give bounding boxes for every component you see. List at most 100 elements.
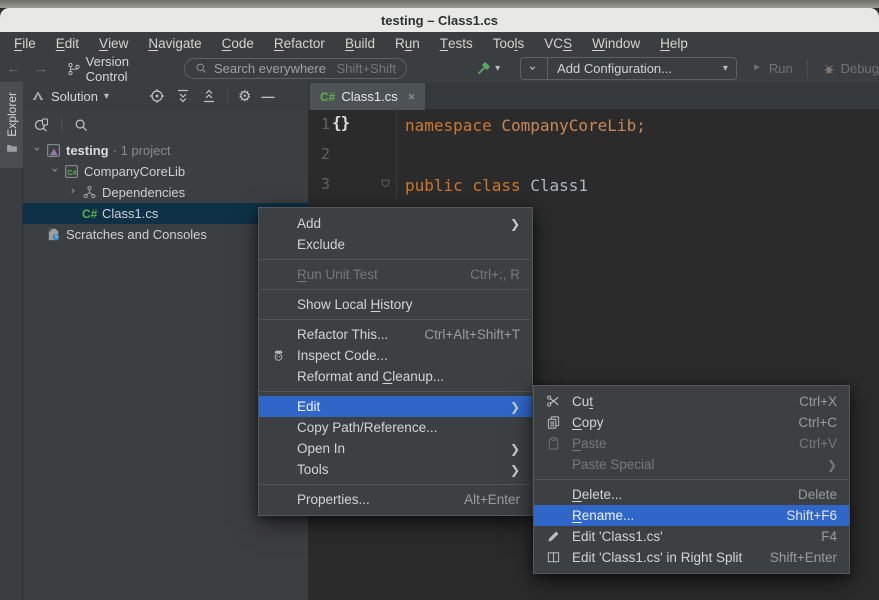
run-configuration-select[interactable]: Add Configuration... ▾ [520, 57, 737, 80]
window-title: testing – Class1.cs [381, 13, 498, 28]
tree-label: Class1.cs [102, 206, 158, 221]
menu-item-shortcut: Delete [798, 487, 837, 502]
menu-item-shortcut: Ctrl+V [799, 436, 837, 451]
expand-all-icon[interactable] [175, 88, 191, 104]
menubar-item-refactor[interactable]: Refactor [264, 32, 335, 55]
build-dropdown-icon[interactable]: ▾ [495, 63, 500, 74]
gutter: 3 [308, 170, 397, 200]
search-everywhere-box[interactable]: Search everywhere Shift+Shift [184, 58, 407, 79]
code-text: namespace CompanyCoreLib; [397, 116, 646, 135]
chevron-down-icon[interactable] [48, 166, 64, 177]
menubar-item-file[interactable]: File [4, 32, 46, 55]
submenu-item-edit-class1-cs[interactable]: Edit 'Class1.cs' F4 [534, 526, 849, 547]
menubar-item-code[interactable]: Code [212, 32, 264, 55]
project-panel-toolbar [23, 110, 308, 140]
context-menu-item-add[interactable]: Add❯ [259, 213, 532, 234]
run-button[interactable]: Run [751, 61, 793, 76]
solution-view-selector[interactable]: Solution ▾ [31, 89, 109, 104]
run-config-chevron-icon[interactable] [521, 58, 548, 79]
scissors-icon [546, 394, 566, 409]
menubar-item-navigate[interactable]: Navigate [138, 32, 211, 55]
menu-item-label: Cut [572, 394, 593, 409]
svg-text:C#: C# [67, 168, 77, 177]
editor-tab[interactable]: C# Class1.cs × [310, 83, 425, 110]
menubar-item-edit[interactable]: Edit [46, 32, 89, 55]
submenu-item-paste: PasteCtrl+V [534, 433, 849, 454]
braces-gutter-icon[interactable]: {} [332, 113, 349, 132]
toolbar-divider [807, 60, 808, 78]
chevron-right-icon[interactable] [66, 187, 82, 198]
chevron-down-icon[interactable] [30, 145, 46, 156]
context-menu-separator [260, 319, 531, 320]
edit-submenu: CutCtrl+XCopyCtrl+CPasteCtrl+VPaste Spec… [533, 385, 850, 574]
debug-button[interactable]: Debug [822, 61, 879, 76]
context-menu-item-reformat-and-cleanup[interactable]: Reformat and Cleanup... [259, 366, 532, 387]
explorer-tool-window-tab[interactable]: Explorer [0, 82, 23, 168]
context-menu-item-inspect-code[interactable]: Inspect Code... [259, 345, 532, 366]
run-play-icon [751, 62, 764, 75]
build-button[interactable]: ▾ [475, 61, 500, 77]
context-menu-item-copy-path-reference[interactable]: Copy Path/Reference... [259, 417, 532, 438]
menu-item-label: Edit 'Class1.cs' [572, 529, 663, 544]
submenu-separator [535, 479, 848, 480]
forward-icon[interactable]: → [27, 60, 54, 77]
context-menu: Add❯ExcludeRun Unit TestCtrl+;, RShow Lo… [258, 207, 533, 516]
menubar-item-vcs[interactable]: VCS [534, 32, 582, 55]
context-menu-separator [260, 259, 531, 260]
menubar-item-window[interactable]: Window [582, 32, 650, 55]
code-line-2[interactable]: 2 [308, 140, 879, 170]
tree-row-companycorelib[interactable]: C#CompanyCoreLib [23, 161, 308, 182]
context-menu-item-show-local-history[interactable]: Show Local History [259, 294, 532, 315]
code-line-3[interactable]: 3 public class Class1 [308, 170, 879, 200]
context-menu-separator [260, 289, 531, 290]
menubar-item-build[interactable]: Build [335, 32, 385, 55]
close-tab-icon[interactable]: × [408, 89, 416, 104]
menubar-item-tests[interactable]: Tests [430, 32, 483, 55]
menu-item-label: Show Local History [297, 297, 413, 312]
menubar-item-help[interactable]: Help [650, 32, 698, 55]
submenu-item-copy[interactable]: CopyCtrl+C [534, 412, 849, 433]
context-menu-item-refactor-this[interactable]: Refactor This...Ctrl+Alt+Shift+T [259, 324, 532, 345]
code-line-1[interactable]: 1{}namespace CompanyCoreLib; [308, 110, 879, 140]
run-config-caret-icon: ▾ [723, 63, 728, 74]
solution-caret-icon: ▾ [104, 91, 109, 102]
context-menu-item-properties[interactable]: Properties...Alt+Enter [259, 489, 532, 510]
tree-row-testing[interactable]: testing· 1 project [23, 140, 308, 161]
deps-icon [82, 185, 102, 200]
csproj-icon: C# [64, 164, 84, 179]
back-icon[interactable]: ← [0, 60, 27, 77]
menu-item-shortcut: F4 [821, 529, 837, 544]
context-menu-item-tools[interactable]: Tools❯ [259, 459, 532, 480]
locate-file-icon[interactable] [149, 88, 165, 104]
submenu-item-cut[interactable]: CutCtrl+X [534, 391, 849, 412]
submenu-item-rename[interactable]: Rename...Shift+F6 [534, 505, 849, 526]
context-menu-item-edit[interactable]: Edit❯ [259, 396, 532, 417]
fold-marker-icon[interactable] [381, 179, 393, 191]
menubar-item-tools[interactable]: Tools [483, 32, 535, 55]
gutter: 1{} [308, 110, 397, 140]
menubar-item-view[interactable]: View [89, 32, 138, 55]
menu-item-label: Refactor This... [297, 327, 388, 342]
split-icon [546, 550, 566, 565]
debug-bug-icon [822, 62, 836, 76]
explorer-label: Explorer [5, 92, 19, 137]
gear-icon[interactable]: ⚙ [238, 89, 251, 104]
menu-item-shortcut: Shift+Enter [770, 550, 837, 565]
tree-row-dependencies[interactable]: Dependencies [23, 182, 308, 203]
titlebar[interactable]: testing – Class1.cs [0, 8, 879, 32]
collapse-all-icon[interactable] [201, 88, 217, 104]
version-control-widget[interactable]: Version Control [67, 54, 172, 84]
search-icon [195, 62, 208, 75]
context-menu-item-exclude[interactable]: Exclude [259, 234, 532, 255]
submenu-item-edit-class1-cs-in-right-split[interactable]: Edit 'Class1.cs' in Right SplitShift+Ent… [534, 547, 849, 568]
menu-item-label: Reformat and Cleanup... [297, 369, 444, 384]
code-text: public class Class1 [397, 176, 588, 195]
line-number: 3 [312, 175, 330, 193]
menubar-item-run[interactable]: Run [385, 32, 430, 55]
hide-panel-icon[interactable]: — [261, 89, 274, 104]
submenu-item-delete[interactable]: Delete... Delete [534, 484, 849, 505]
select-opened-file-icon[interactable] [33, 117, 49, 133]
context-menu-item-open-in[interactable]: Open In❯ [259, 438, 532, 459]
search-tree-icon[interactable] [74, 118, 89, 133]
menu-item-label: Delete... [572, 487, 622, 502]
